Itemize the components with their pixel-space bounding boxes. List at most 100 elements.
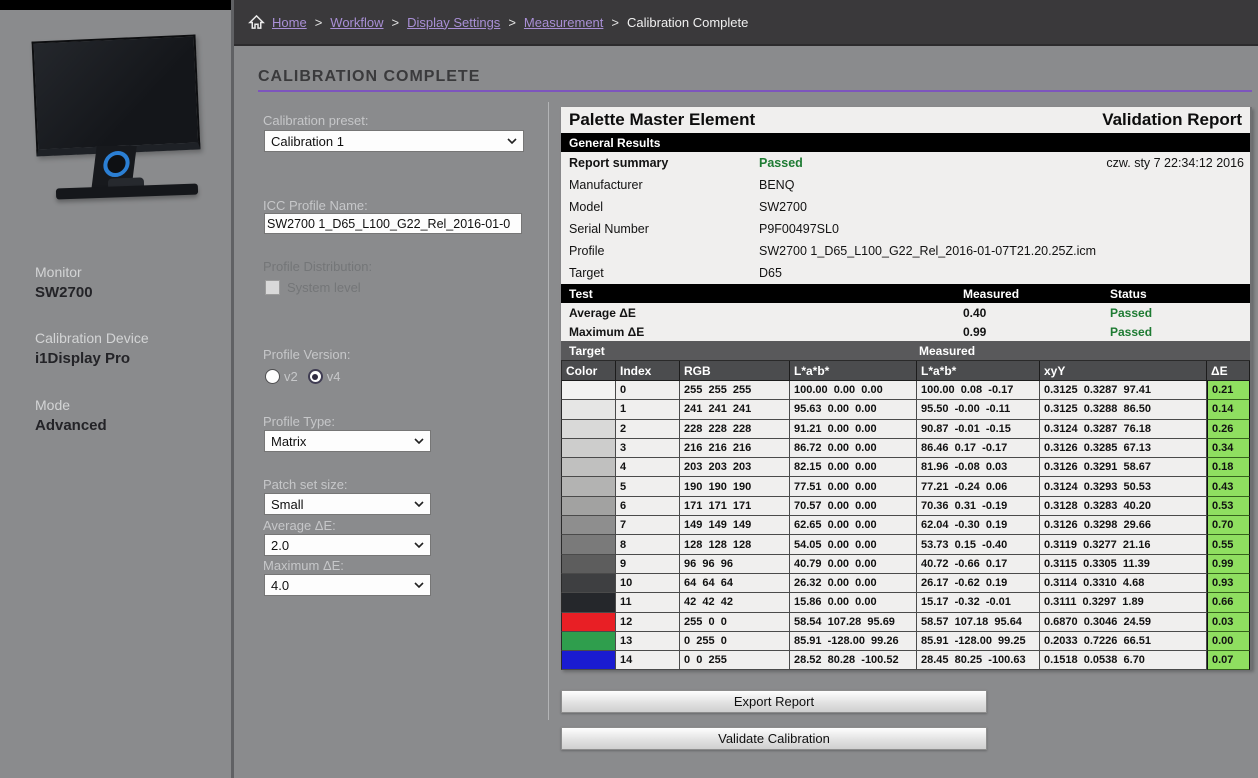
export-report-button[interactable]: Export Report bbox=[561, 690, 987, 713]
patch-target-lab: 58.54 107.28 95.69 bbox=[790, 613, 917, 632]
chevron-down-icon bbox=[414, 582, 424, 588]
patch-xyy: 0.3115 0.3305 11.39 bbox=[1040, 555, 1207, 574]
profile-type-value: Matrix bbox=[265, 434, 306, 449]
col-color: Color bbox=[561, 361, 616, 381]
patch-row: 10 64 64 64 26.32 0.00 0.00 26.17 -0.62 … bbox=[561, 574, 1250, 593]
patch-delta-e: 0.55 bbox=[1207, 535, 1250, 554]
breadcrumb-separator: > bbox=[611, 15, 619, 30]
patch-target-lab: 15.86 0.00 0.00 bbox=[790, 593, 917, 612]
breadcrumb-link-workflow[interactable]: Workflow bbox=[330, 15, 383, 30]
patch-set-size-select[interactable]: Small bbox=[264, 493, 431, 515]
patch-measured-lab: 86.46 0.17 -0.17 bbox=[917, 439, 1040, 458]
chevron-down-icon bbox=[414, 501, 424, 507]
manufacturer-label: Manufacturer bbox=[561, 178, 759, 192]
maximum-de-test-row: Maximum ΔE 0.99 Passed bbox=[561, 322, 1250, 341]
patch-target-lab: 86.72 0.00 0.00 bbox=[790, 439, 917, 458]
patch-measured-lab: 40.72 -0.66 0.17 bbox=[917, 555, 1040, 574]
color-swatch bbox=[561, 439, 616, 458]
patch-measured-lab: 15.17 -0.32 -0.01 bbox=[917, 593, 1040, 612]
patch-target-lab: 26.32 0.00 0.00 bbox=[790, 574, 917, 593]
breadcrumb-link-home[interactable]: Home bbox=[272, 15, 307, 30]
target-row: Target D65 bbox=[561, 262, 1250, 284]
patch-measured-lab: 100.00 0.08 -0.17 bbox=[917, 381, 1040, 400]
patch-xyy: 0.1518 0.0538 6.70 bbox=[1040, 651, 1207, 670]
patch-index: 6 bbox=[616, 497, 680, 516]
maximum-de-select[interactable]: 4.0 bbox=[264, 574, 431, 596]
color-swatch bbox=[561, 593, 616, 612]
breadcrumb-separator: > bbox=[392, 15, 400, 30]
home-icon[interactable] bbox=[248, 14, 265, 31]
radio-v4[interactable] bbox=[308, 369, 323, 384]
patch-row: 6 171 171 171 70.57 0.00 0.00 70.36 0.31… bbox=[561, 497, 1250, 516]
patch-measured-lab: 62.04 -0.30 0.19 bbox=[917, 516, 1040, 535]
patch-index: 1 bbox=[616, 400, 680, 419]
icc-profile-name-input[interactable] bbox=[264, 213, 522, 234]
color-swatch bbox=[561, 477, 616, 496]
radio-v4-label: v4 bbox=[327, 369, 341, 384]
patch-index: 0 bbox=[616, 381, 680, 400]
patch-rgb: 241 241 241 bbox=[680, 400, 790, 419]
calibration-preset-select[interactable]: Calibration 1 bbox=[264, 130, 524, 152]
patch-rgb: 0 255 0 bbox=[680, 632, 790, 651]
color-swatch bbox=[561, 613, 616, 632]
patch-xyy: 0.3119 0.3277 21.16 bbox=[1040, 535, 1207, 554]
patch-row: 13 0 255 0 85.91 -128.00 99.26 85.91 -12… bbox=[561, 632, 1250, 651]
profile-row: Profile SW2700 1_D65_L100_G22_Rel_2016-0… bbox=[561, 240, 1250, 262]
measured-col-header: Measured bbox=[963, 287, 1019, 301]
patch-measured-lab: 70.36 0.31 -0.19 bbox=[917, 497, 1040, 516]
model-row: Model SW2700 bbox=[561, 196, 1250, 218]
patch-row: 7 149 149 149 62.65 0.00 0.00 62.04 -0.3… bbox=[561, 516, 1250, 535]
patch-xyy: 0.6870 0.3046 24.59 bbox=[1040, 613, 1207, 632]
average-de-label: Average ΔE: bbox=[263, 518, 336, 533]
report-summary-value: Passed bbox=[759, 156, 803, 170]
profile-type-label: Profile Type: bbox=[263, 414, 335, 429]
patch-table-body: 0 255 255 255 100.00 0.00 0.00 100.00 0.… bbox=[561, 381, 1250, 670]
patch-measured-lab: 28.45 80.25 -100.63 bbox=[917, 651, 1040, 670]
validate-calibration-button[interactable]: Validate Calibration bbox=[561, 727, 987, 750]
sidebar-monitor-block: Monitor SW2700 bbox=[35, 264, 93, 301]
test-header-bar: Test Measured Status bbox=[561, 284, 1250, 303]
patch-rgb: 64 64 64 bbox=[680, 574, 790, 593]
patch-rgb: 96 96 96 bbox=[680, 555, 790, 574]
breadcrumb-link-measurement[interactable]: Measurement bbox=[524, 15, 603, 30]
patch-rgb: 255 255 255 bbox=[680, 381, 790, 400]
patch-row: 0 255 255 255 100.00 0.00 0.00 100.00 0.… bbox=[561, 381, 1250, 400]
maximum-de-measured: 0.99 bbox=[963, 325, 986, 339]
sidebar: Monitor SW2700 Calibration Device i1Disp… bbox=[0, 0, 234, 778]
patch-xyy: 0.3124 0.3293 50.53 bbox=[1040, 477, 1207, 496]
report-app-title: Palette Master Element bbox=[569, 110, 755, 130]
patch-measured-lab: 77.21 -0.24 0.06 bbox=[917, 477, 1040, 496]
title-underline bbox=[258, 90, 1252, 92]
report-date: czw. sty 7 22:34:12 2016 bbox=[1106, 156, 1244, 170]
color-swatch bbox=[561, 420, 616, 439]
monitor-image bbox=[26, 28, 206, 213]
calibration-preset-label: Calibration preset: bbox=[263, 113, 369, 128]
patch-rgb: 128 128 128 bbox=[680, 535, 790, 554]
patch-xyy: 0.3124 0.3287 76.18 bbox=[1040, 420, 1207, 439]
system-level-checkbox[interactable] bbox=[265, 280, 280, 295]
chevron-down-icon bbox=[507, 138, 517, 144]
average-de-measured: 0.40 bbox=[963, 306, 986, 320]
sidebar-device-block: Calibration Device i1Display Pro bbox=[35, 330, 149, 367]
patch-xyy: 0.3125 0.3287 97.41 bbox=[1040, 381, 1207, 400]
average-de-status: Passed bbox=[1110, 306, 1152, 320]
col-xyy: xyY bbox=[1040, 361, 1207, 381]
breadcrumb-link-display-settings[interactable]: Display Settings bbox=[407, 15, 500, 30]
patch-target-lab: 85.91 -128.00 99.26 bbox=[790, 632, 917, 651]
profile-type-select[interactable]: Matrix bbox=[264, 430, 431, 452]
monitor-stand-ring bbox=[102, 151, 131, 177]
color-swatch bbox=[561, 458, 616, 477]
top-bar: Home > Workflow > Display Settings > Mea… bbox=[234, 0, 1258, 46]
manufacturer-row: Manufacturer BENQ bbox=[561, 174, 1250, 196]
chevron-down-icon bbox=[414, 438, 424, 444]
patch-row: 1 241 241 241 95.63 0.00 0.00 95.50 -0.0… bbox=[561, 400, 1250, 419]
patch-index: 9 bbox=[616, 555, 680, 574]
color-swatch bbox=[561, 535, 616, 554]
col-index: Index bbox=[616, 361, 680, 381]
breadcrumb-separator: > bbox=[315, 15, 323, 30]
average-de-select[interactable]: 2.0 bbox=[264, 534, 431, 556]
radio-v2[interactable] bbox=[265, 369, 280, 384]
patch-index: 14 bbox=[616, 651, 680, 670]
patch-xyy: 0.3128 0.3283 40.20 bbox=[1040, 497, 1207, 516]
patch-row: 14 0 0 255 28.52 80.28 -100.52 28.45 80.… bbox=[561, 651, 1250, 670]
